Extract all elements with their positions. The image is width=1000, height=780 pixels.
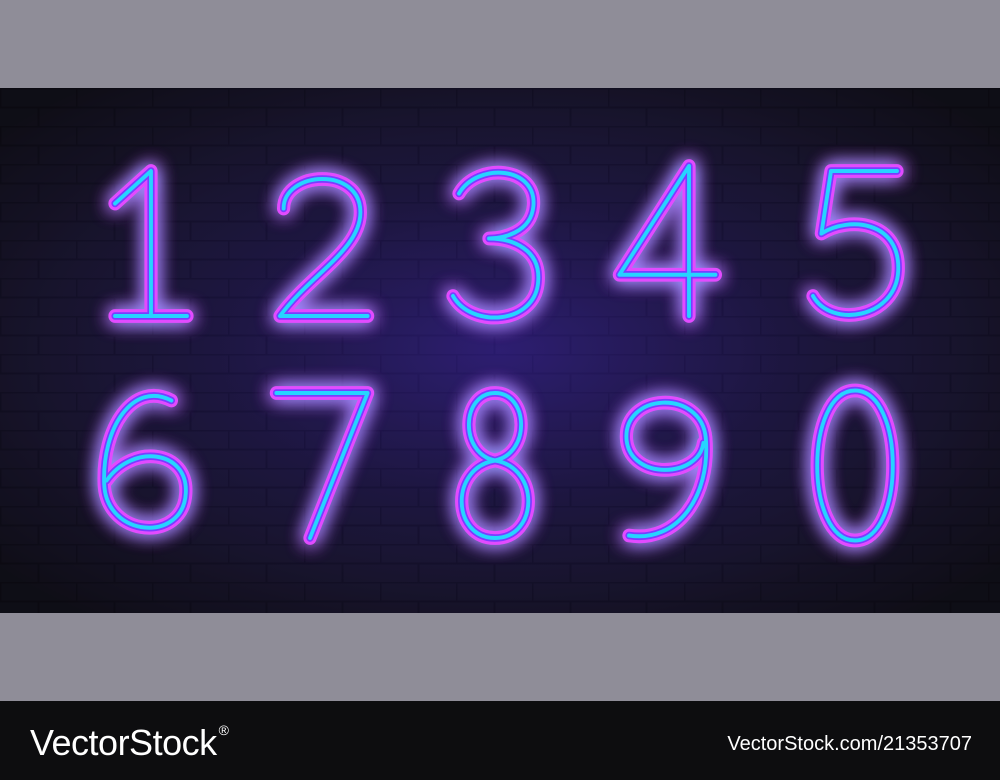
watermark-footer: VectorStock ® VectorStock.com/21353707 <box>0 701 1000 780</box>
vectorstock-logo[interactable]: VectorStock ® <box>30 722 229 764</box>
bottom-gray-band <box>0 613 1000 701</box>
neon-digit-6 <box>97 389 193 535</box>
neon-digit-5 <box>806 164 905 322</box>
neon-digits <box>97 159 905 548</box>
neon-digit-7 <box>269 386 375 545</box>
brand-name: VectorStock <box>30 722 217 763</box>
neon-digit-3 <box>446 165 545 325</box>
neon-digit-2 <box>273 172 375 323</box>
neon-digit-0 <box>810 383 900 548</box>
neon-digit-9 <box>619 395 713 544</box>
image-id: VectorStock.com/21353707 <box>727 733 972 755</box>
neon-digit-8 <box>455 386 535 545</box>
registered-mark: ® <box>218 722 229 738</box>
top-gray-band <box>0 0 1000 88</box>
neon-digit-4 <box>612 159 723 323</box>
neon-brick-wall-image <box>0 88 1000 613</box>
neon-digit-1 <box>108 164 194 323</box>
